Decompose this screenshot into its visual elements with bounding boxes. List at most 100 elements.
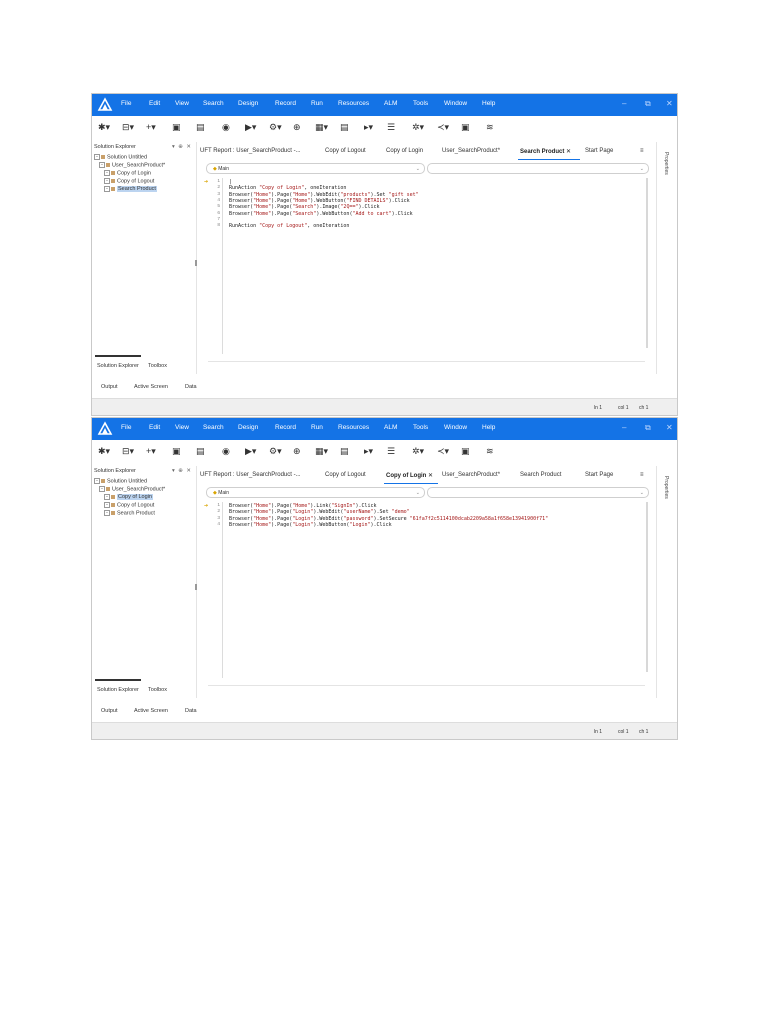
action-select[interactable]: ◆ Main ⌄ [206, 163, 425, 174]
share-icon[interactable]: ≺▾ [437, 446, 449, 457]
calendar-icon[interactable]: ▦▾ [315, 122, 328, 133]
menu-file[interactable]: File [121, 100, 131, 107]
menu-help[interactable]: Help [482, 100, 495, 107]
code-line[interactable]: Browser("Home").Page("Search").WebButton… [229, 211, 413, 217]
panel-splitter[interactable] [195, 584, 197, 590]
code-editor[interactable]: ◆ Main ⌄ ⌄ ➔ 1 Browser("Home").Page("Home").L… [204, 484, 651, 692]
save-all-icon[interactable]: ▤ [196, 446, 205, 457]
tree-item[interactable]: − Solution Untitled [94, 478, 147, 484]
report-icon[interactable]: ▣ [461, 446, 470, 457]
horizontal-scrollbar[interactable] [208, 360, 645, 362]
menu-view[interactable]: View [175, 424, 189, 431]
document-tab[interactable]: ≡ [640, 472, 644, 478]
spy-icon[interactable]: ⊕ [293, 122, 301, 133]
menu-resources[interactable]: Resources [338, 100, 369, 107]
asterisk-icon[interactable]: ✱▾ [98, 446, 110, 457]
document-tab[interactable]: ≡ [640, 148, 644, 154]
minimize-icon[interactable]: – [622, 99, 626, 108]
menu-edit[interactable]: Edit [149, 424, 160, 431]
expand-icon[interactable]: − [94, 478, 100, 484]
properties-label[interactable]: Properties [663, 476, 669, 499]
tab-solution-explorer[interactable]: Solution Explorer [97, 687, 139, 693]
tree-item[interactable]: − Copy of Logout [104, 502, 154, 508]
expand-icon[interactable]: − [104, 170, 110, 176]
panel-splitter[interactable] [195, 260, 197, 266]
calendar-icon[interactable]: ▦▾ [315, 446, 328, 457]
expand-icon[interactable]: − [104, 186, 110, 192]
panel-controls[interactable]: ▾ ⊕ ✕ [172, 468, 192, 474]
document-tab[interactable]: UFT Report : User_SearchProduct -... [200, 148, 301, 154]
add-icon[interactable]: +▾ [146, 122, 156, 133]
document-tab[interactable]: User_SearchProduct* [442, 472, 500, 478]
menu-search[interactable]: Search [203, 424, 224, 431]
run-icon[interactable]: ▶▾ [245, 122, 256, 133]
tree-item[interactable]: − Search Product [104, 186, 157, 193]
document-tab[interactable]: Copy of Logout [325, 148, 366, 154]
menu-resources[interactable]: Resources [338, 424, 369, 431]
menu-search[interactable]: Search [203, 100, 224, 107]
document-tab[interactable]: Copy of Logout [325, 472, 366, 478]
doc-icon[interactable]: ▤ [340, 446, 349, 457]
settings-icon[interactable]: ✲▾ [412, 122, 424, 133]
restore-icon[interactable]: ⧉ [645, 99, 651, 109]
expand-icon[interactable]: − [104, 494, 110, 500]
tree-item[interactable]: − Search Product [104, 510, 155, 516]
document-tab[interactable]: Copy of Login ✕ [386, 472, 433, 479]
code-line[interactable]: RunAction "Copy of Logout", oneIteration [229, 223, 349, 229]
minimize-icon[interactable]: – [622, 423, 626, 432]
expand-icon[interactable]: − [104, 510, 110, 516]
code-line[interactable]: Browser("Home").Page("Home").WebEdit("pr… [229, 192, 419, 198]
save-all-icon[interactable]: ▤ [196, 122, 205, 133]
document-tab[interactable]: Search Product ✕ [520, 148, 571, 155]
menu-design[interactable]: Design [238, 424, 258, 431]
record-icon[interactable]: ◉ [222, 446, 230, 457]
tab-output[interactable]: Output [101, 384, 118, 390]
run-icon[interactable]: ▶▾ [245, 446, 256, 457]
code-line[interactable]: RunAction "Copy of Login", oneIteration [229, 185, 346, 191]
open-icon[interactable]: ⊟▾ [122, 446, 134, 457]
menu-run[interactable]: Run [311, 100, 323, 107]
close-icon[interactable]: ✕ [666, 99, 673, 108]
code-editor[interactable]: ◆ Main ⌄ ⌄ ➔ 1 | 2 RunAction "Copy of Login", o… [204, 160, 651, 368]
menu-edit[interactable]: Edit [149, 100, 160, 107]
asterisk-icon[interactable]: ✱▾ [98, 122, 110, 133]
tree-item[interactable]: − Copy of Login [104, 494, 153, 501]
tab-data[interactable]: Data [185, 708, 197, 714]
spy-icon[interactable]: ⊕ [293, 446, 301, 457]
tree-item[interactable]: − Copy of Logout [104, 178, 154, 184]
menu-tools[interactable]: Tools [413, 100, 428, 107]
tree-item[interactable]: − User_SearchProduct* [99, 486, 165, 492]
tab-output[interactable]: Output [101, 708, 118, 714]
tab-toolbox[interactable]: Toolbox [148, 363, 167, 369]
action-select[interactable]: ◆ Main ⌄ [206, 487, 425, 498]
menu-design[interactable]: Design [238, 100, 258, 107]
add-icon[interactable]: +▾ [146, 446, 156, 457]
menu-help[interactable]: Help [482, 424, 495, 431]
code-line[interactable]: Browser("Home").Page("Login").WebButton(… [229, 522, 392, 528]
menu-tools[interactable]: Tools [413, 424, 428, 431]
code-line[interactable]: Browser("Home").Page("Search").Image("2Q… [229, 204, 380, 210]
breakpoint-icon[interactable]: ▸▾ [364, 446, 373, 457]
list-icon[interactable]: ☰ [387, 122, 395, 133]
menu-view[interactable]: View [175, 100, 189, 107]
restore-icon[interactable]: ⧉ [645, 423, 651, 433]
tab-data[interactable]: Data [185, 384, 197, 390]
save-icon[interactable]: ▣ [172, 446, 181, 457]
tree-item[interactable]: − Solution Untitled [94, 154, 147, 160]
document-tab[interactable]: Copy of Login [386, 148, 423, 154]
document-tab[interactable]: Start Page [585, 148, 613, 154]
properties-label[interactable]: Properties [663, 152, 669, 175]
save-icon[interactable]: ▣ [172, 122, 181, 133]
code-line[interactable]: | [229, 179, 232, 185]
member-select[interactable]: ⌄ [427, 163, 649, 174]
vertical-scrollbar[interactable] [646, 178, 648, 348]
tab-solution-explorer[interactable]: Solution Explorer [97, 363, 139, 369]
expand-icon[interactable]: − [99, 162, 105, 168]
tree-item[interactable]: − Copy of Login [104, 170, 151, 176]
code-line[interactable]: Browser("Home").Page("Login").WebEdit("p… [229, 516, 548, 522]
menu-file[interactable]: File [121, 424, 131, 431]
member-select[interactable]: ⌄ [427, 487, 649, 498]
menu-record[interactable]: Record [275, 100, 296, 107]
document-tab[interactable]: Start Page [585, 472, 613, 478]
doc-icon[interactable]: ▤ [340, 122, 349, 133]
